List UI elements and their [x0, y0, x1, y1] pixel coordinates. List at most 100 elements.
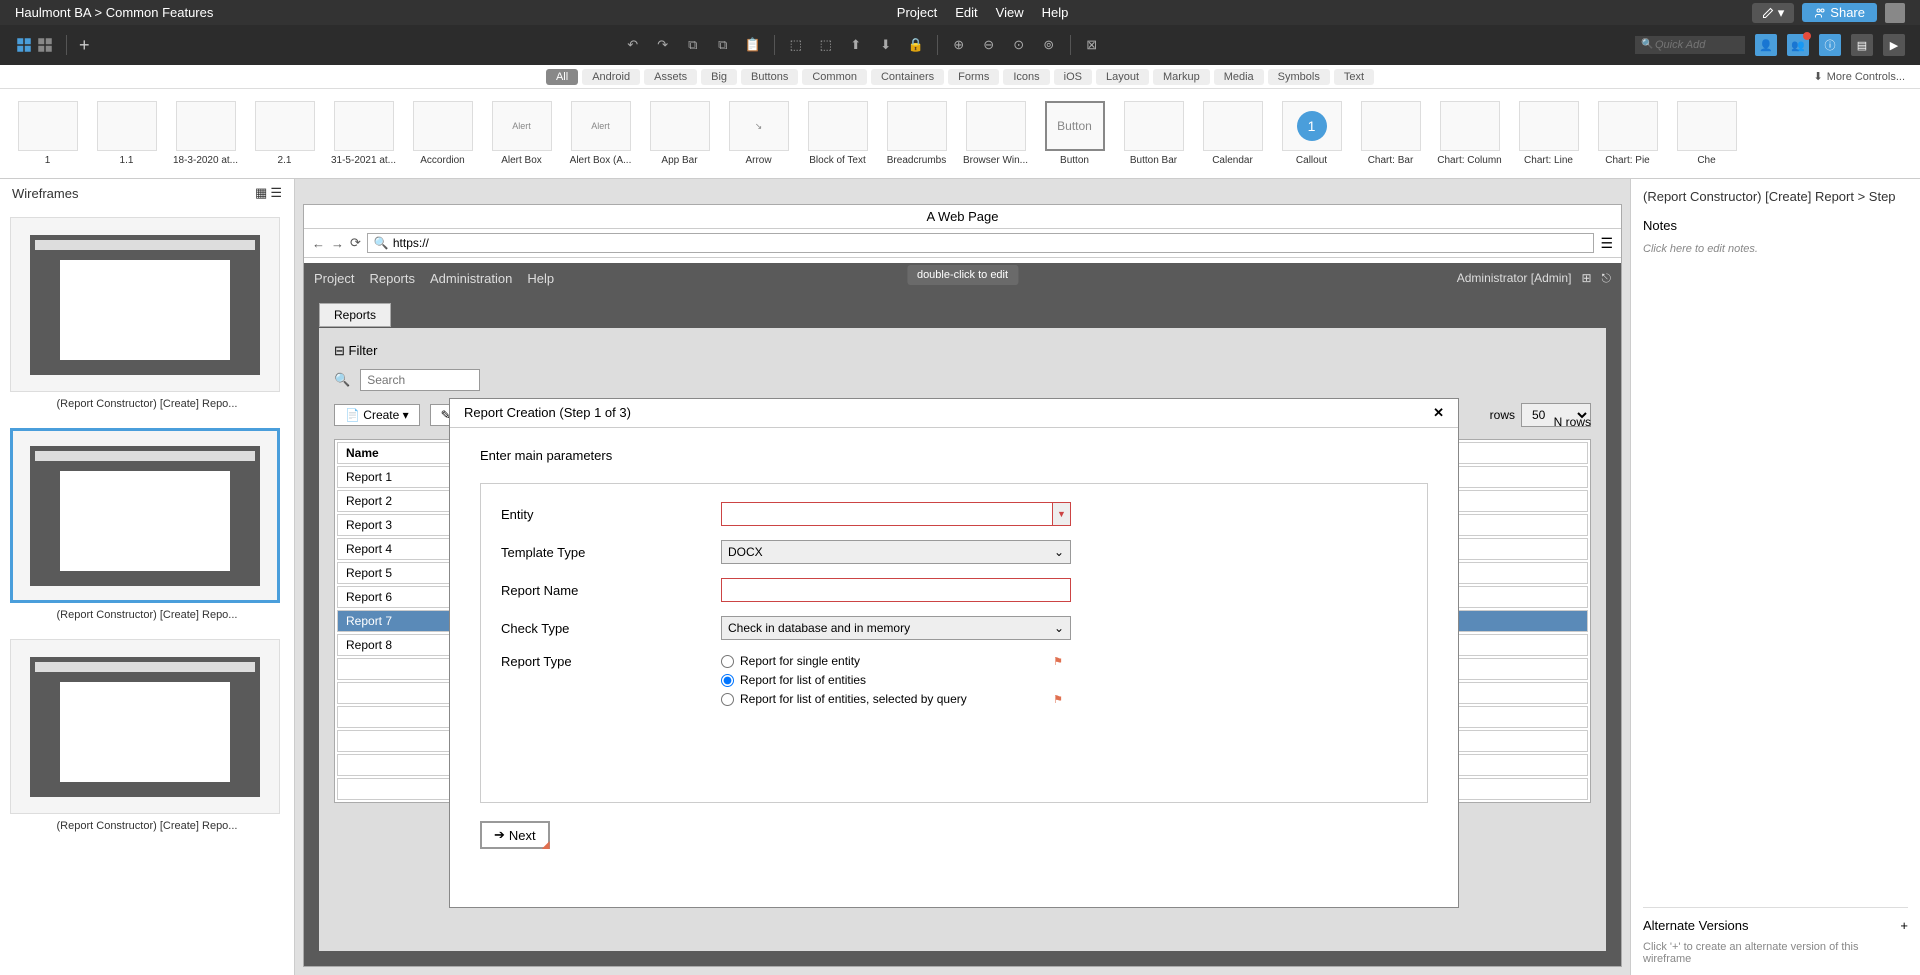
create-button[interactable]: 📄 Create ▾: [334, 404, 420, 426]
search-input[interactable]: [360, 369, 480, 391]
lib-item-browser[interactable]: Browser Win...: [958, 101, 1033, 166]
wireframe-item[interactable]: (Report Constructor) [Create] Repo...: [10, 217, 284, 410]
lib-item-alert[interactable]: AlertAlert Box: [484, 101, 559, 166]
lib-item-arrow[interactable]: ↘Arrow: [721, 101, 796, 166]
logout-icon[interactable]: ⎋: [1602, 271, 1612, 286]
zoom-in-icon[interactable]: ⊕: [950, 36, 968, 54]
badge-notification-icon[interactable]: 👥: [1787, 34, 1809, 56]
lib-item-button[interactable]: ButtonButton: [1037, 101, 1112, 166]
canvas-area[interactable]: A Web Page ← → ⟳ 🔍 https:// ☰ Project Re…: [295, 179, 1630, 975]
zoom-out-icon[interactable]: ⊖: [980, 36, 998, 54]
undo-icon[interactable]: ↶: [624, 36, 642, 54]
edit-button[interactable]: ▾: [1752, 3, 1795, 23]
lib-item[interactable]: 18-3-2020 at...: [168, 101, 243, 166]
paste-icon[interactable]: ⧉: [714, 36, 732, 54]
clipboard-icon[interactable]: 📋: [744, 36, 762, 54]
entity-select[interactable]: ▼: [721, 502, 1071, 526]
windows-icon[interactable]: ⊞: [1581, 271, 1591, 285]
badge-user-icon[interactable]: 👤: [1755, 34, 1777, 56]
notes-hint[interactable]: Click here to edit notes.: [1643, 243, 1908, 255]
filter-icons[interactable]: Icons: [1003, 69, 1049, 85]
zoom-actual-icon[interactable]: ⊚: [1040, 36, 1058, 54]
breadcrumb-page[interactable]: Common Features: [106, 5, 214, 20]
app-menu-admin[interactable]: Administration: [430, 271, 512, 286]
app-menu-project[interactable]: Project: [314, 271, 354, 286]
url-field[interactable]: 🔍 https://: [367, 233, 1595, 253]
forward-icon[interactable]: →: [331, 236, 344, 251]
close-icon[interactable]: ✕: [1433, 405, 1444, 421]
lib-item-calendar[interactable]: Calendar: [1195, 101, 1270, 166]
lib-item-accordion[interactable]: Accordion: [405, 101, 480, 166]
add-wireframe-icon[interactable]: +: [79, 35, 90, 56]
filter-buttons[interactable]: Buttons: [741, 69, 798, 85]
wireframe-item[interactable]: (Report Constructor) [Create] Repo...: [10, 639, 284, 832]
group-icon[interactable]: ⬚: [787, 36, 805, 54]
radio-list[interactable]: Report for list of entities: [721, 673, 1071, 687]
send-back-icon[interactable]: ⬇: [877, 36, 895, 54]
menu-edit[interactable]: Edit: [955, 5, 977, 20]
lib-item[interactable]: 2.1: [247, 101, 322, 166]
zoom-fit-icon[interactable]: ⊙: [1010, 36, 1028, 54]
filter-assets[interactable]: Assets: [644, 69, 697, 85]
menu-view[interactable]: View: [996, 5, 1024, 20]
panel-list-icon[interactable]: ☰: [270, 185, 282, 201]
filter-text[interactable]: Text: [1334, 69, 1374, 85]
menu-help[interactable]: Help: [1042, 5, 1069, 20]
ungroup-icon[interactable]: ⬚: [817, 36, 835, 54]
more-controls-button[interactable]: ⬇ More Controls...: [1814, 70, 1905, 83]
filter-big[interactable]: Big: [701, 69, 737, 85]
report-name-input[interactable]: [721, 578, 1071, 602]
app-menu-help[interactable]: Help: [527, 271, 554, 286]
radio-query[interactable]: Report for list of entities, selected by…: [721, 692, 1071, 706]
breadcrumb-project[interactable]: Haulmont BA: [15, 5, 91, 20]
filter-containers[interactable]: Containers: [871, 69, 944, 85]
lib-item-chart-bar[interactable]: Chart: Bar: [1353, 101, 1428, 166]
lib-item-callout[interactable]: 1Callout: [1274, 101, 1349, 166]
avatar-icon[interactable]: [1885, 3, 1905, 23]
menu-project[interactable]: Project: [897, 5, 937, 20]
hamburger-icon[interactable]: ☰: [1600, 235, 1613, 252]
lib-item-text[interactable]: Block of Text: [800, 101, 875, 166]
lib-item[interactable]: 1.1: [89, 101, 164, 166]
next-button[interactable]: ➔ Next: [480, 821, 550, 849]
tab-reports[interactable]: Reports: [319, 303, 391, 327]
bring-front-icon[interactable]: ⬆: [847, 36, 865, 54]
badge-panel-icon[interactable]: ▤: [1851, 34, 1873, 56]
filter-forms[interactable]: Forms: [948, 69, 999, 85]
lib-item-appbar[interactable]: App Bar: [642, 101, 717, 166]
template-select[interactable]: DOCX⌄: [721, 540, 1071, 564]
lib-item-chart-column[interactable]: Chart: Column: [1432, 101, 1507, 166]
filter-symbols[interactable]: Symbols: [1268, 69, 1330, 85]
badge-info-icon[interactable]: ⓘ: [1819, 34, 1841, 56]
grid-view-icon[interactable]: [15, 36, 33, 54]
app-menu-reports[interactable]: Reports: [369, 271, 415, 286]
add-version-icon[interactable]: +: [1900, 918, 1908, 933]
markup-toggle-icon[interactable]: ⊠: [1083, 36, 1101, 54]
lib-item-breadcrumbs[interactable]: Breadcrumbs: [879, 101, 954, 166]
lib-item[interactable]: 1: [10, 101, 85, 166]
back-icon[interactable]: ←: [312, 236, 325, 251]
share-button[interactable]: Share: [1802, 3, 1877, 22]
copy-icon[interactable]: ⧉: [684, 36, 702, 54]
filter-ios[interactable]: iOS: [1054, 69, 1092, 85]
wireframe-item-selected[interactable]: (Report Constructor) [Create] Repo...: [10, 428, 284, 621]
thumbnail-view-icon[interactable]: [36, 36, 54, 54]
lib-item-chart-pie[interactable]: Chart: Pie: [1590, 101, 1665, 166]
redo-icon[interactable]: ↷: [654, 36, 672, 54]
panel-grid-icon[interactable]: ▦: [255, 185, 267, 201]
filter-media[interactable]: Media: [1214, 69, 1264, 85]
filter-markup[interactable]: Markup: [1153, 69, 1210, 85]
lock-icon[interactable]: 🔒: [907, 36, 925, 54]
reload-icon[interactable]: ⟳: [350, 235, 361, 251]
check-type-select[interactable]: Check in database and in memory⌄: [721, 616, 1071, 640]
lib-item[interactable]: 31-5-2021 at...: [326, 101, 401, 166]
lib-item-che[interactable]: Che: [1669, 101, 1744, 166]
radio-single[interactable]: Report for single entity ⚑: [721, 654, 1071, 668]
chevron-down-icon[interactable]: ▼: [1052, 503, 1070, 525]
lib-item-chart-line[interactable]: Chart: Line: [1511, 101, 1586, 166]
filter-all[interactable]: All: [546, 69, 578, 85]
filter-common[interactable]: Common: [802, 69, 867, 85]
lib-item-buttonbar[interactable]: Button Bar: [1116, 101, 1191, 166]
filter-android[interactable]: Android: [582, 69, 640, 85]
filter-layout[interactable]: Layout: [1096, 69, 1149, 85]
